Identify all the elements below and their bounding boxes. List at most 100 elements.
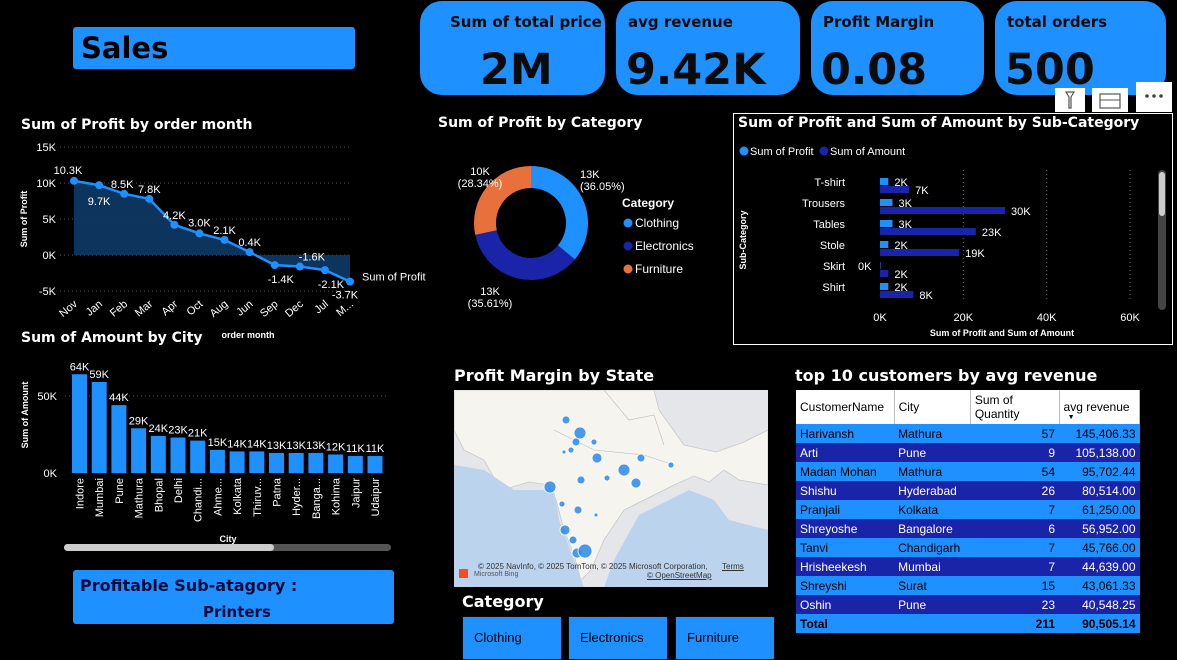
x-tick-label: Jun: [234, 298, 255, 319]
x-tick-label: Nov: [57, 298, 80, 320]
table-cell: 45,766.00: [1059, 538, 1140, 557]
table-cell: 80,514.00: [1059, 481, 1140, 500]
legend-marker: [623, 218, 633, 228]
kpi-total-price[interactable]: Sum of total price 2M: [420, 1, 605, 95]
kpi-label: Sum of total price: [450, 13, 602, 31]
y-tick-label: Trousers: [802, 198, 845, 210]
profit-margin-map[interactable]: © 2025 NavInfo, © 2025 TomTom, © 2025 Mi…: [454, 390, 768, 587]
profit-data-label: 3K: [899, 198, 913, 210]
city-bar: [229, 451, 245, 473]
more-options-icon[interactable]: [1136, 82, 1172, 112]
map-brand: Microsoft Bing: [474, 571, 519, 578]
kpi-label: Profit Margin: [823, 13, 935, 31]
map-terms-link[interactable]: Terms: [722, 562, 744, 571]
x-tick-label: Mathura: [134, 477, 146, 518]
line-chart-title: Sum of Profit by order month: [21, 117, 253, 133]
focus-mode-icon[interactable]: [1092, 88, 1128, 112]
x-tick-label: Feb: [108, 298, 130, 319]
map-osm-link[interactable]: © OpenStreetMap: [647, 571, 712, 580]
slicer-option-clothing[interactable]: Clothing: [462, 616, 562, 660]
profit-by-month-chart[interactable]: 15K 10K 5K 0K -5K 10.3K 9.7K8.5K 7.8K 4.2K3.0K2.…: [15, 135, 435, 345]
slice-label: (28.34%): [458, 178, 503, 190]
x-tick-label: Dec: [283, 298, 306, 320]
x-tick-label: Bhopal: [153, 478, 165, 512]
total-cell: [894, 614, 971, 633]
city-bar: [170, 437, 186, 473]
table-row[interactable]: Shreyshi Surat 15 43,061.33: [796, 576, 1140, 595]
x-tick-label: Delhi: [173, 478, 185, 503]
scrollbar-thumb: [64, 544, 274, 551]
series-label: Sum of Profit: [362, 272, 426, 284]
x-tick-label: 0K: [873, 312, 887, 324]
y-tick-label: 10K: [36, 178, 56, 190]
profit-by-category-chart[interactable]: 13K(36.05%)13K(35.61%)10K(28.34%)Categor…: [430, 140, 720, 330]
legend-marker: [623, 241, 633, 251]
customers-title: top 10 customers by avg revenue: [795, 366, 1098, 385]
x-tick-label: Ahme...: [212, 478, 224, 516]
table-cell: Harivansh: [796, 424, 895, 443]
x-tick-label: Udaipur: [370, 478, 382, 517]
filter-icon[interactable]: [1055, 88, 1085, 112]
data-label: 2.1K: [213, 225, 236, 237]
slice-label: 10K: [470, 166, 490, 178]
column-header[interactable]: City: [894, 390, 971, 424]
table-row[interactable]: Madan Mohan Mathura 54 95,702.44: [796, 462, 1140, 481]
table-cell: 9: [970, 443, 1060, 462]
x-tick-label: Patna: [272, 477, 284, 507]
table-total-row: Total 211 90,505.14: [796, 614, 1140, 633]
amount-data-label: 19K: [965, 248, 985, 260]
data-label: 14K: [227, 438, 247, 450]
table-row[interactable]: Oshin Pune 23 40,548.25: [796, 595, 1140, 614]
amount-by-city-chart[interactable]: 50K 0K 64K Indore 59K Mumbai 44K Pune 29K Mathura…: [15, 355, 400, 555]
kpi-profit-margin[interactable]: Profit Margin 0.08: [811, 1, 984, 95]
table-row[interactable]: Hrisheekesh Mumbai 7 44,639.00: [796, 557, 1140, 576]
table-cell: 6: [970, 519, 1060, 538]
kpi-total-orders[interactable]: total orders 500: [995, 1, 1166, 95]
table-row[interactable]: Shreyoshe Bangalore 6 56,952.00: [796, 519, 1140, 538]
city-bar: [209, 449, 225, 473]
data-label: 4.2K: [163, 210, 186, 222]
y-tick-label: -5K: [39, 286, 57, 298]
amount-bar: [880, 249, 960, 256]
profit-amount-by-subcategory-chart[interactable]: Sum of Profit Sum of Amount 0K 20K 40K 60K T-s…: [734, 140, 1170, 342]
profit-bar: [880, 262, 881, 269]
customers-table[interactable]: CustomerName City Sum of Quantity avg reven…: [796, 390, 1141, 633]
table-row[interactable]: Shishu Hyderabad 26 80,514.00: [796, 481, 1140, 500]
table-cell: Shishu: [796, 481, 895, 500]
x-tick-label: Thiruv...: [252, 478, 264, 517]
y-tick-label: 0K: [44, 468, 58, 480]
sort-desc-icon[interactable]: ▼: [1068, 414, 1075, 421]
y-tick-label: 50K: [37, 391, 57, 403]
scrollbar-thumb: [1159, 172, 1165, 216]
slicer-option-electronics[interactable]: Electronics: [568, 616, 668, 660]
profitable-label: Profitable Sub-atagory :: [80, 576, 298, 595]
slicer-option-furniture[interactable]: Furniture: [675, 616, 775, 660]
dashboard-title: Sales Dashboard: [81, 31, 258, 99]
data-point: [145, 194, 154, 203]
table-cell: 15: [970, 576, 1060, 595]
column-header[interactable]: CustomerName: [796, 390, 895, 424]
x-tick-label: Mar: [133, 298, 155, 320]
table-cell: 23: [970, 595, 1060, 614]
data-label: 10.3K: [54, 165, 83, 177]
table-row[interactable]: Harivansh Mathura 57 145,406.33: [796, 424, 1140, 443]
column-header[interactable]: avg revenue ▼: [1059, 390, 1141, 424]
x-axis-title: order month: [222, 330, 275, 340]
table-row[interactable]: Arti Pune 9 105,138.00: [796, 443, 1140, 462]
y-tick-label: Tables: [813, 219, 845, 231]
table-cell: Pune: [894, 443, 971, 462]
table-row[interactable]: Tanvi Chandigarh 7 45,766.00: [796, 538, 1140, 557]
table-row[interactable]: Pranjali Kolkata 7 61,250.00: [796, 500, 1140, 519]
table-cell: Madan Mohan: [796, 462, 895, 481]
amount-data-label: 30K: [1011, 206, 1031, 218]
legend-marker: [819, 146, 829, 156]
x-tick-label: 20K: [954, 312, 974, 324]
column-header[interactable]: Sum of Quantity: [970, 390, 1060, 424]
kpi-avg-revenue[interactable]: avg revenue 9.42K: [616, 1, 800, 95]
city-bar: [328, 454, 344, 473]
data-label: 23K: [168, 425, 188, 437]
data-label: 15K: [208, 437, 228, 449]
table-cell: 7: [970, 500, 1060, 519]
data-point: [120, 189, 129, 198]
data-label: 13K: [267, 440, 287, 452]
